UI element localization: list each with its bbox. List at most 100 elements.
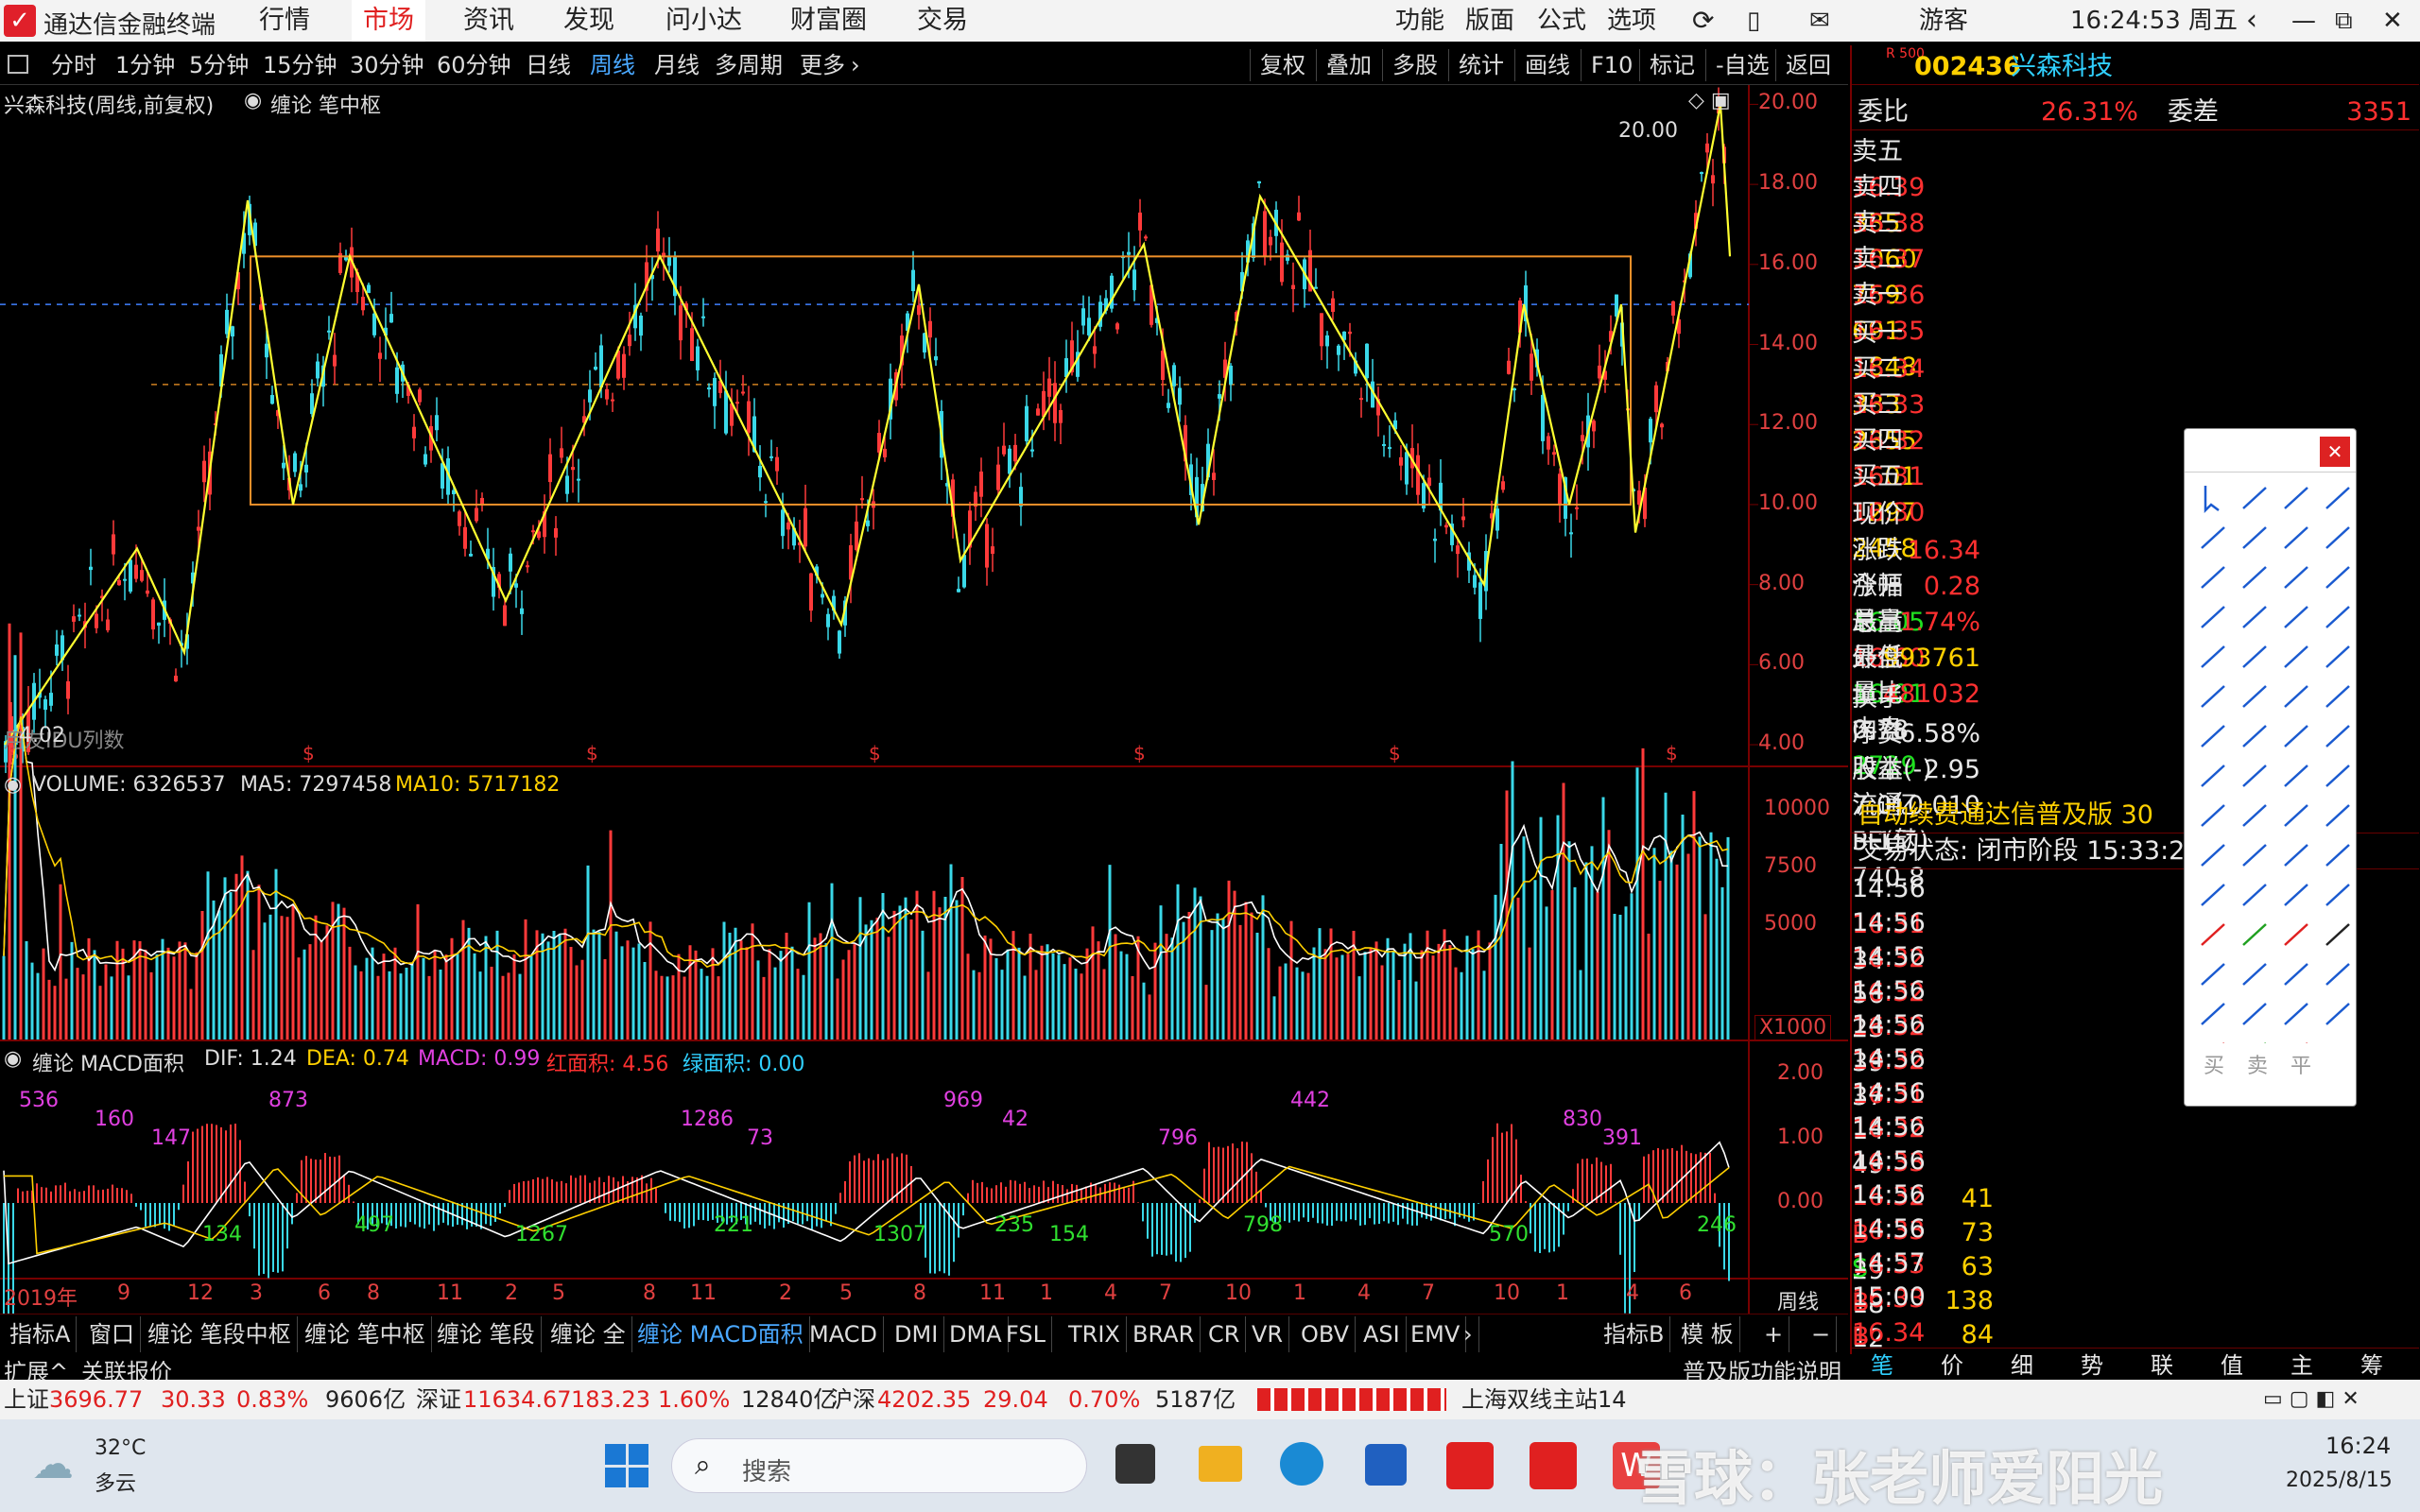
- period-week[interactable]: 周线: [590, 49, 635, 81]
- indicator-tab[interactable]: 缠论 全: [544, 1316, 632, 1352]
- quote-tab[interactable]: 细: [2011, 1349, 2033, 1383]
- ask-row[interactable]: 卖二 16.36 691: [1852, 242, 2419, 346]
- quote-tab[interactable]: 笔: [1871, 1349, 1893, 1383]
- drawing-tool-icon[interactable]: [2284, 685, 2308, 708]
- drawing-tool-icon[interactable]: [2284, 566, 2308, 589]
- drawing-tool-icon[interactable]: [2242, 963, 2267, 986]
- menu-gongneng[interactable]: 功能: [1395, 0, 1444, 42]
- drawing-tool-icon[interactable]: [2201, 725, 2225, 747]
- sidebar-toggle-icon[interactable]: [8, 55, 28, 74]
- drawing-tool-icon[interactable]: [2284, 804, 2308, 827]
- indicator-tab[interactable]: DMI: [889, 1316, 945, 1352]
- drawing-tool-icon[interactable]: [2242, 725, 2267, 747]
- add-tab-icon[interactable]: +: [1758, 1316, 1790, 1352]
- drawing-tool-icon[interactable]: [2201, 566, 2225, 589]
- drawing-tool-icon[interactable]: [2242, 526, 2267, 549]
- server-name[interactable]: 上海双线主站14: [1461, 1380, 1627, 1419]
- drawing-tool-icon[interactable]: [2325, 844, 2350, 867]
- drawing-tool-icon[interactable]: [2201, 804, 2225, 827]
- drawing-tool-icon[interactable]: [2204, 486, 2220, 514]
- period-day[interactable]: 日线: [526, 49, 571, 81]
- indicator-tab[interactable]: VR: [1246, 1316, 1290, 1352]
- drawing-tool-icon[interactable]: [2201, 606, 2225, 628]
- drawing-tool-icon[interactable]: [2201, 884, 2225, 906]
- indicator-tab[interactable]: DMA: [943, 1316, 1009, 1352]
- start-icon[interactable]: [605, 1444, 648, 1487]
- palette-sell[interactable]: 卖: [2247, 1049, 2268, 1079]
- bid-row[interactable]: 买二 16.33 2355: [1852, 352, 2419, 455]
- drawing-tool-icon[interactable]: [2242, 606, 2267, 628]
- ask-row[interactable]: 卖三 16.37 759: [1852, 206, 2419, 310]
- drawing-tool-icon[interactable]: [2201, 685, 2225, 708]
- palette-buy[interactable]: 买: [2204, 1049, 2224, 1079]
- drawing-tool-icon[interactable]: [2242, 487, 2267, 509]
- drawing-tool-icon[interactable]: [2325, 566, 2350, 589]
- drawing-tool-icon[interactable]: [2325, 1003, 2350, 1025]
- bid-row[interactable]: 买三 16.32 1601: [1852, 387, 2419, 491]
- store-icon[interactable]: [1365, 1444, 1407, 1486]
- drawing-tool-icon[interactable]: [2242, 923, 2267, 946]
- nav-caifuquan[interactable]: 财富圈: [779, 0, 878, 42]
- nav-faxian[interactable]: 发现: [552, 0, 626, 42]
- mail-icon[interactable]: ✉: [1809, 0, 1830, 42]
- drawing-tool-icon[interactable]: [2284, 884, 2308, 906]
- btn-fanhui[interactable]: 返回: [1775, 49, 1831, 81]
- drawing-tool-icon[interactable]: [2201, 963, 2225, 986]
- drawing-tool-icon[interactable]: [2201, 645, 2225, 668]
- indicator-tab[interactable]: BRAR: [1127, 1316, 1201, 1352]
- file-explorer-icon[interactable]: [1199, 1446, 1242, 1482]
- drawing-tool-icon[interactable]: [2242, 804, 2267, 827]
- btn-duogu[interactable]: 多股: [1382, 49, 1438, 81]
- quote-tab[interactable]: 值: [2221, 1349, 2243, 1383]
- drawing-tool-icon[interactable]: [2325, 884, 2350, 906]
- drawing-tool-icon[interactable]: [2325, 725, 2350, 747]
- indicator-tab[interactable]: 窗口: [83, 1316, 141, 1352]
- btn-huaxian[interactable]: 画线: [1514, 49, 1570, 81]
- nav-hangqing[interactable]: 行情: [248, 0, 321, 42]
- close-icon[interactable]: ✕: [2382, 0, 2403, 42]
- drawing-tool-icon[interactable]: [2242, 765, 2267, 787]
- indicator-tab[interactable]: FSL: [1000, 1316, 1052, 1352]
- drawing-tool-icon[interactable]: [2325, 765, 2350, 787]
- period-5min[interactable]: 5分钟: [189, 49, 249, 81]
- minimize-icon[interactable]: —: [2291, 0, 2316, 42]
- drawing-tool-icon[interactable]: [2325, 804, 2350, 827]
- drawing-tool-icon[interactable]: [2242, 844, 2267, 867]
- period-month[interactable]: 月线: [654, 49, 700, 81]
- drawing-tool-icon[interactable]: [2284, 765, 2308, 787]
- period-1min[interactable]: 1分钟: [115, 49, 175, 81]
- btn-tongji[interactable]: 统计: [1448, 49, 1504, 81]
- quote-tab[interactable]: 联: [2151, 1349, 2173, 1383]
- btn-f10[interactable]: F10: [1581, 49, 1633, 81]
- nav-jiaoyi[interactable]: 交易: [906, 0, 979, 42]
- period-multi[interactable]: 多周期: [715, 49, 783, 81]
- hs-label[interactable]: 沪深: [830, 1380, 875, 1419]
- ask-row[interactable]: 卖一 16.35 1848: [1852, 278, 2419, 382]
- indicator-tab[interactable]: 缠论 笔中枢: [299, 1316, 432, 1352]
- drawing-tool-icon[interactable]: [2284, 1003, 2308, 1025]
- drawing-tool-icon[interactable]: [2242, 1003, 2267, 1025]
- refresh-icon[interactable]: ⟳: [1692, 0, 1714, 42]
- sz-label[interactable]: 深证: [416, 1380, 461, 1419]
- palette-tools[interactable]: [2185, 476, 2356, 1043]
- indicator-tab[interactable]: MACD: [804, 1316, 884, 1352]
- menu-banmian[interactable]: 版面: [1465, 0, 1514, 42]
- ask-row[interactable]: 卖四 16.38 1060: [1852, 170, 2419, 274]
- drawing-tool-icon[interactable]: [2201, 526, 2225, 549]
- quote-tab[interactable]: 主: [2290, 1349, 2313, 1383]
- menu-xuanxiang[interactable]: 选项: [1607, 0, 1656, 42]
- btn-diejia[interactable]: 叠加: [1316, 49, 1372, 81]
- drawing-tool-icon[interactable]: [2201, 765, 2225, 787]
- indicator-tab[interactable]: ASI: [1357, 1316, 1407, 1352]
- maximize-icon[interactable]: ⧉: [2335, 0, 2353, 42]
- indicator-toggle-icon[interactable]: ◉: [244, 89, 262, 112]
- taskbar-time[interactable]: 16:24: [2325, 1433, 2391, 1459]
- edge-icon[interactable]: [1280, 1442, 1323, 1486]
- menu-gongshi[interactable]: 公式: [1537, 0, 1586, 42]
- tabs-more-icon[interactable]: ›: [1458, 1316, 1479, 1352]
- indicator-tab[interactable]: 缠论 笔段中枢: [142, 1316, 298, 1352]
- tdx-icon[interactable]: [1446, 1442, 1494, 1489]
- taskbar-search[interactable]: ⌕ 搜索: [671, 1438, 1087, 1493]
- indicator-tab[interactable]: TRIX: [1063, 1316, 1127, 1352]
- drawing-tool-icon[interactable]: [2242, 685, 2267, 708]
